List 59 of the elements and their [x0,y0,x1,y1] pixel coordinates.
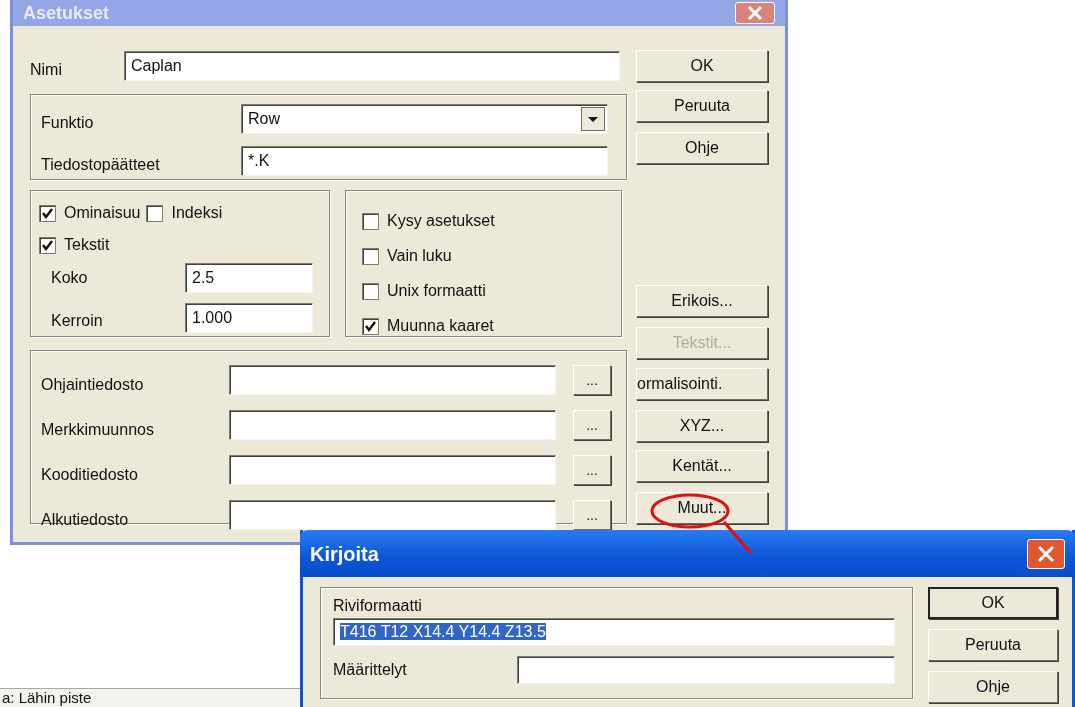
dialog-button[interactable]: Ohje [636,132,768,164]
checkbox-label: Tekstit [64,235,110,255]
dialog-button[interactable]: Ohje [928,671,1058,703]
dialog-button[interactable]: OK [636,50,768,82]
input-field[interactable] [229,500,556,530]
field-label: Riviformaatti [333,596,423,616]
checkbox[interactable] [362,282,379,300]
input-field[interactable]: 1.000 [185,303,313,333]
window-title: Asetukset [23,1,110,25]
dialog-button[interactable]: ormalisointi. [636,368,768,400]
field-label: Kooditiedosto [41,465,139,485]
checkbox-label: Ominaisuu [64,203,141,223]
checkbox-label: Kysy asetukset [387,211,495,231]
input-field[interactable]: *.K [241,146,608,176]
input-field[interactable] [517,656,895,684]
checkbox[interactable] [39,236,56,254]
field-label: Tiedostopäätteet [41,155,161,175]
close-icon [747,5,763,21]
close-icon [1037,544,1055,563]
checkbox[interactable] [39,204,56,222]
caret-icon [581,107,605,131]
dialog-button[interactable]: Muut... [636,492,768,524]
dialog-button[interactable]: OK [928,587,1058,619]
input-field[interactable]: 2.5 [185,263,313,293]
browse-button[interactable]: ... [573,500,611,530]
dialog-button[interactable]: Kentät... [636,450,768,482]
input-field[interactable] [229,365,556,395]
dialog-button[interactable]: Erikois... [636,285,768,317]
browse-button[interactable]: ... [573,365,611,395]
checkbox[interactable] [362,212,379,230]
dialog-button[interactable]: XYZ... [636,410,768,442]
input-field[interactable] [229,455,556,485]
input-field[interactable] [229,410,556,440]
field-label: Funktio [41,113,95,133]
field-label: Kerroin [51,311,104,331]
close-button[interactable] [1027,538,1065,569]
dropdown[interactable]: Row [241,104,608,134]
field-label: Määrittelyt [333,660,408,680]
checkbox-label: Vain luku [387,246,452,266]
checkbox[interactable] [146,204,164,222]
checkbox-label: Indeksi [171,203,223,223]
input-field[interactable]: Caplan [124,51,620,81]
checkbox-label: Unix formaatti [387,281,486,301]
checkbox[interactable] [362,317,379,335]
field-label: Ohjaintiedosto [41,375,145,395]
field-label: Merkkimuunnos [41,420,155,440]
field-label: Nimi [30,60,63,80]
status-text: a: Lähin piste [0,688,300,707]
window-title: Kirjoita [310,541,379,567]
dialog-button[interactable]: Peruuta [636,90,768,122]
dialog-button[interactable]: Peruuta [928,629,1058,661]
close-button[interactable] [735,2,775,24]
browse-button[interactable]: ... [573,455,611,485]
field-label: Alkutiedosto [41,510,130,530]
field-label: Koko [51,268,89,288]
browse-button[interactable]: ... [573,410,611,440]
checkbox-label: Muunna kaaret [387,316,494,336]
input-field[interactable]: T416 T12 X14.4 Y14.4 Z13.5 [333,618,895,646]
checkbox[interactable] [362,247,379,265]
